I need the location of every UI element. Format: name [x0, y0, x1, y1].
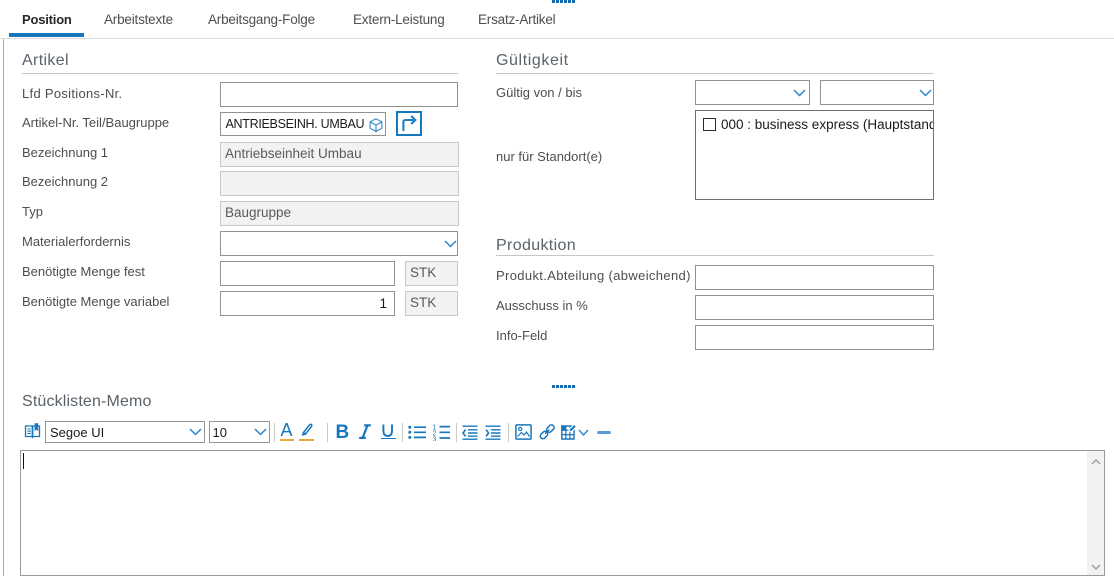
svg-text:3: 3	[433, 436, 437, 441]
